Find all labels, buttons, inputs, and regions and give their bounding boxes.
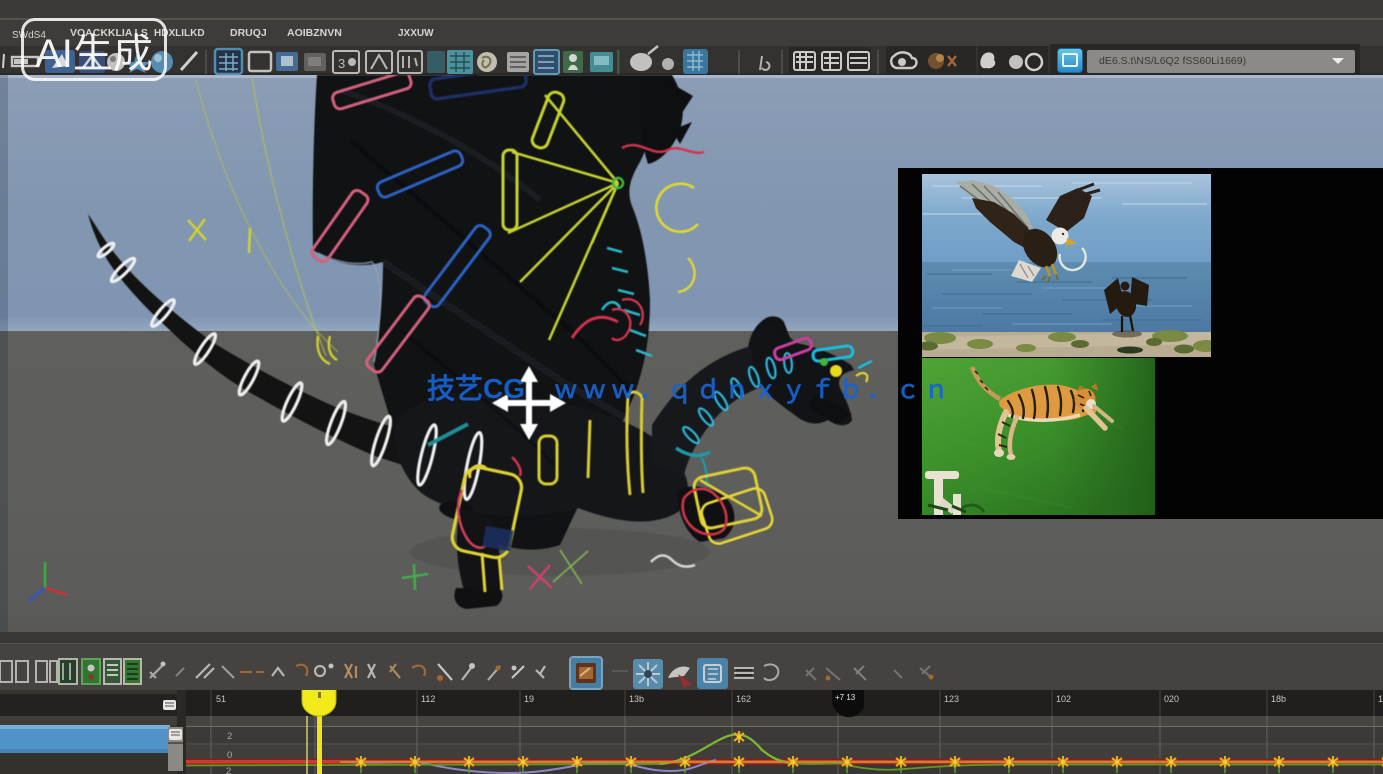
svg-text:123: 123 — [944, 694, 959, 704]
svg-text:2: 2 — [226, 766, 231, 774]
svg-text:102: 102 — [1056, 694, 1071, 704]
svg-text:+7 13: +7 13 — [835, 693, 856, 702]
svg-text:2: 2 — [227, 731, 232, 742]
svg-text:020: 020 — [1164, 694, 1179, 704]
svg-text:19: 19 — [524, 694, 534, 704]
svg-text:18b: 18b — [1271, 694, 1286, 704]
svg-text:51: 51 — [216, 694, 226, 704]
svg-text:1: 1 — [1378, 694, 1383, 704]
svg-text:162: 162 — [736, 694, 751, 704]
svg-text:112: 112 — [421, 694, 435, 704]
svg-text:3: 3 — [338, 56, 345, 71]
svg-text:13b: 13b — [629, 694, 644, 704]
